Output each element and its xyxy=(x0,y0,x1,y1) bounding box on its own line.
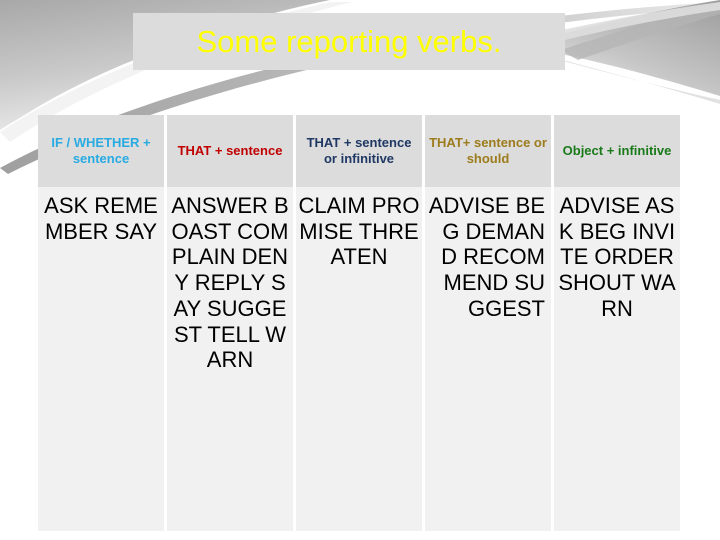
column-header-object-infinitive: Object + infinitive xyxy=(554,115,680,187)
column-header-that-sentence-or-should: THAT+ sentence or should xyxy=(425,115,551,187)
column-header-that-sentence-or-infinitive: THAT + sentence or infinitive xyxy=(296,115,422,187)
swoosh-top-right-accent xyxy=(560,2,720,60)
page-title: Some reporting verbs. xyxy=(196,24,502,59)
column-header-if-whether: IF / WHETHER + sentence xyxy=(38,115,164,187)
verb-cell-object-infinitive: ADVISE ASK BEG INVITE ORDER SHOUT WARN xyxy=(554,187,680,531)
verb-cell-that-sentence-or-should: ADVISE BEG DEMAND RECOMMEND SUGGEST xyxy=(425,187,551,531)
verb-cell-that-sentence: ANSWER BOAST COMPLAIN DENY REPLY SAY SUG… xyxy=(167,187,293,531)
verb-cell-that-sentence-or-infinitive: CLAIM PROMISE THREATEN xyxy=(296,187,422,531)
slide-canvas: Some reporting verbs. IF / WHETHER + sen… xyxy=(0,0,720,540)
reporting-verbs-table: IF / WHETHER + sentence THAT + sentence … xyxy=(35,115,683,531)
verb-cell-if-whether: ASK REMEMBER SAY xyxy=(38,187,164,531)
table-header-row: IF / WHETHER + sentence THAT + sentence … xyxy=(38,115,680,187)
column-header-that-sentence: THAT + sentence xyxy=(167,115,293,187)
slide-title-box: Some reporting verbs. xyxy=(133,13,565,70)
table-row: ASK REMEMBER SAY ANSWER BOAST COMPLAIN D… xyxy=(38,187,680,531)
